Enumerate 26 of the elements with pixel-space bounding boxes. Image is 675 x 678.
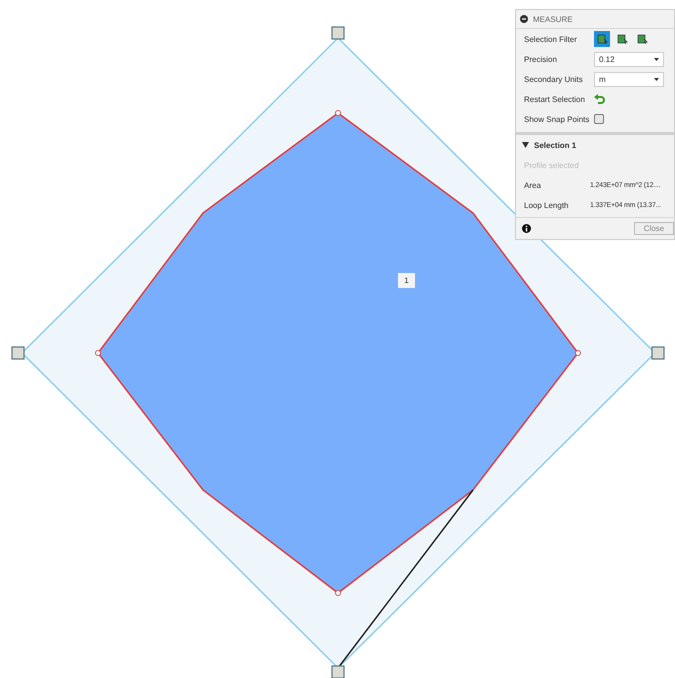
dropdown-field[interactable]: m (594, 72, 664, 86)
setting-label: Restart Selection (524, 94, 586, 104)
vertex-point[interactable] (335, 110, 341, 116)
panel-title: MEASURE (533, 14, 573, 24)
setting-label: Precision (524, 54, 558, 64)
vertex-point[interactable] (335, 590, 341, 596)
info-icon[interactable] (522, 224, 531, 233)
setting-label: Secondary Units (524, 74, 584, 84)
setting-label: Show Snap Points (524, 114, 590, 124)
corner-handle[interactable] (331, 26, 345, 40)
corner-handle[interactable] (11, 346, 25, 360)
corner-handle[interactable] (331, 665, 345, 678)
vertex-point[interactable] (575, 350, 581, 356)
filter-icon[interactable] (594, 31, 610, 47)
caret-icon (654, 58, 659, 60)
profile-label: 1 (398, 273, 415, 288)
dropdown-field[interactable]: 0.12 (594, 52, 664, 66)
caret-icon (654, 78, 659, 80)
collapse-icon[interactable] (520, 15, 528, 23)
checkbox[interactable] (594, 114, 604, 124)
section-title: Selection 1 (534, 140, 576, 150)
undo-icon[interactable] (594, 94, 605, 104)
expand-caret-icon[interactable] (522, 142, 529, 148)
corner-handle[interactable] (651, 346, 665, 360)
vertex-point[interactable] (95, 350, 101, 356)
setting-label: Selection Filter (524, 34, 578, 44)
